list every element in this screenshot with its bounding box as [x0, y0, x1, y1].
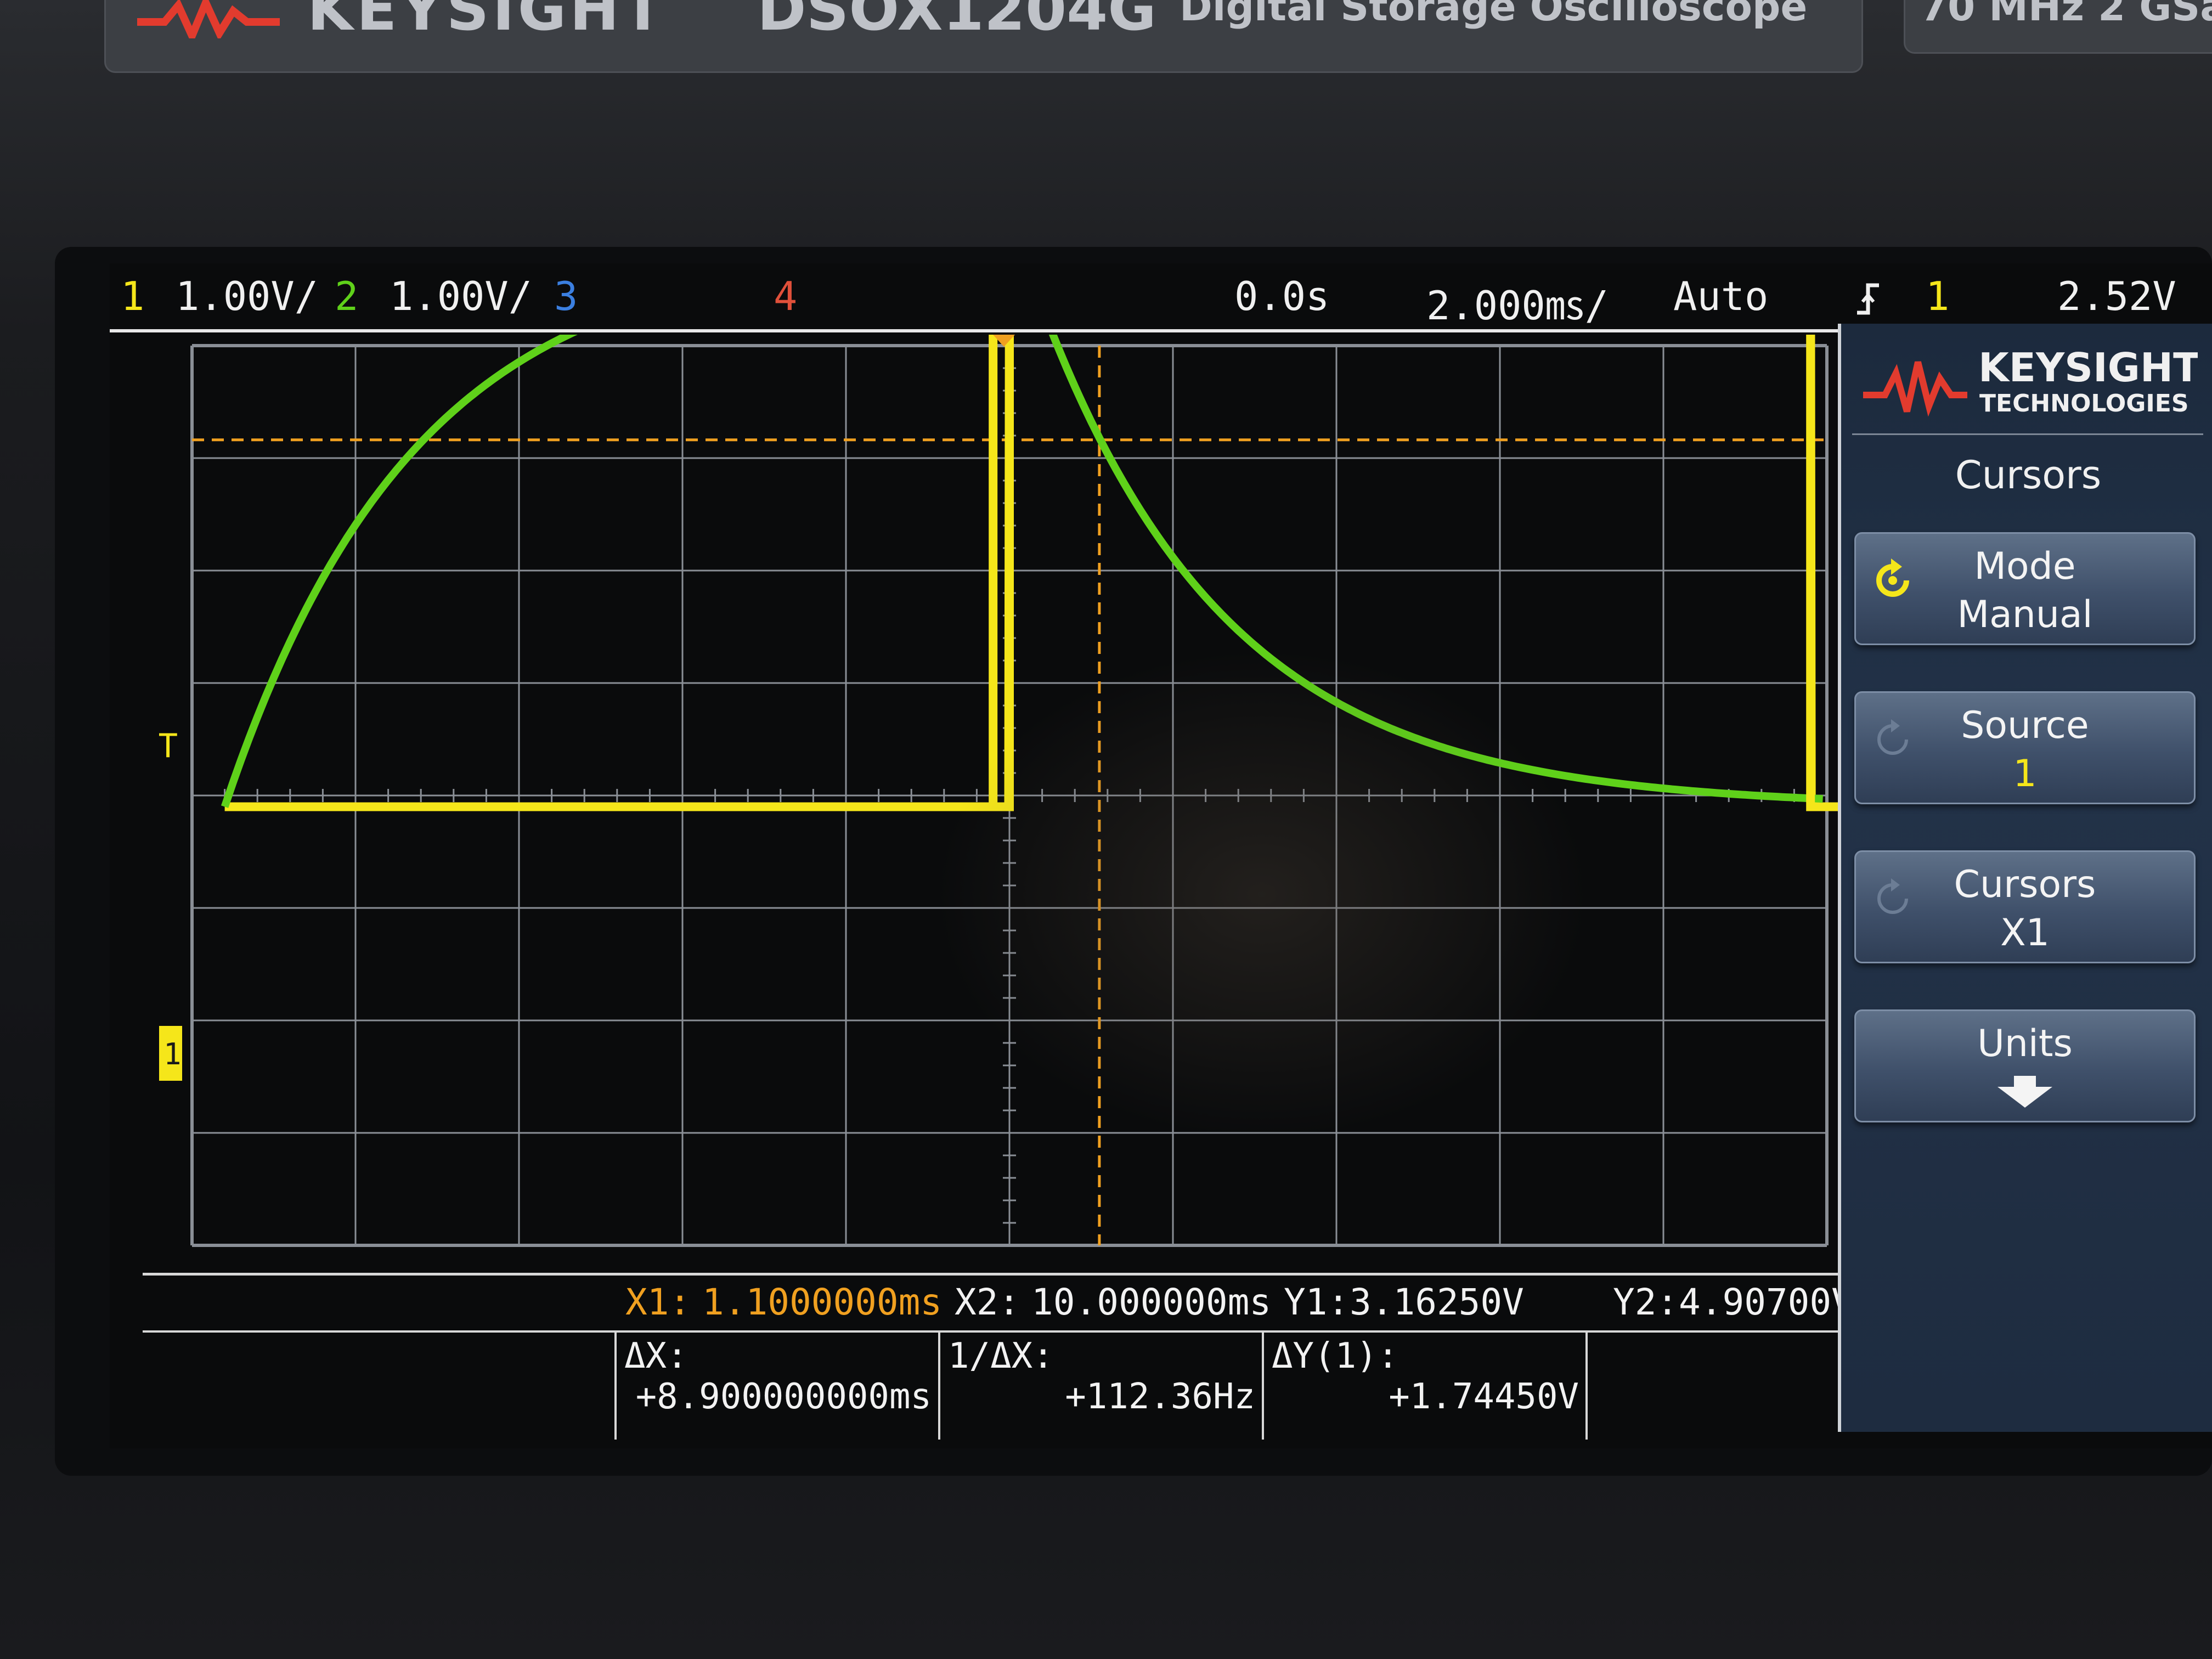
- side-panel-divider: [1852, 433, 2203, 435]
- softkey-mode[interactable]: Mode Manual: [1854, 532, 2196, 645]
- softkey-source-value: 1: [2013, 752, 2037, 795]
- softkey-cursors-label: Cursors: [1954, 863, 2096, 906]
- model-name: DSOX1204G: [757, 0, 1156, 44]
- delta-y-cell: ΔY(1): +1.74450V: [1262, 1333, 1588, 1440]
- ch4-number[interactable]: 4: [774, 273, 797, 319]
- softkey-mode-label: Mode: [1974, 545, 2076, 588]
- ch2-scale[interactable]: 1.00V/: [390, 273, 532, 319]
- keysight-logo: KEYSIGHT TECHNOLOGIES: [1863, 345, 2198, 417]
- x1-label: X1:: [625, 1281, 691, 1323]
- inverse-delta-x-label: 1/ΔX:: [948, 1336, 1054, 1376]
- y2-label: Y2:: [1613, 1281, 1679, 1323]
- time-scale[interactable]: 2.000㎳/: [1426, 273, 1609, 331]
- oscilloscope-screen: 1 1.00V/ 2 1.00V/ 3 4 0.0s 2.000㎳/ Auto …: [110, 263, 2212, 1448]
- softkey-source-label: Source: [1961, 704, 2089, 747]
- inverse-delta-x-cell: 1/ΔX: +112.36Hz: [938, 1333, 1264, 1440]
- softkey-menu-panel: KEYSIGHT TECHNOLOGIES Cursors Mode Manua…: [1838, 324, 2212, 1432]
- ch2-number[interactable]: 2: [335, 273, 358, 319]
- ch1-ground-marker-label: 1: [163, 1037, 182, 1071]
- trigger-source[interactable]: 1: [1926, 273, 1949, 319]
- softkey-units-label: Units: [1977, 1022, 2073, 1065]
- cursor-readout-deltas: ΔX: +8.900000000ms 1/ΔX: +112.36Hz ΔY(1)…: [143, 1330, 1920, 1442]
- delta-x-value: +8.900000000ms: [635, 1376, 932, 1417]
- x2-label: X2:: [955, 1281, 1020, 1323]
- delta-x-label: ΔX:: [624, 1336, 688, 1376]
- arrow-down-icon: [1997, 1076, 2052, 1108]
- y1-label: Y1:: [1284, 1281, 1350, 1323]
- status-divider: [110, 329, 1838, 332]
- menu-title: Cursors: [1955, 453, 2102, 498]
- ch1-scale[interactable]: 1.00V/: [176, 273, 318, 319]
- ch3-number[interactable]: 3: [554, 273, 578, 319]
- time-offset[interactable]: 0.0s: [1234, 273, 1329, 319]
- softkey-cursors[interactable]: Cursors X1: [1854, 850, 2196, 963]
- softkey-source[interactable]: Source 1: [1854, 691, 2196, 804]
- delta-y-value: +1.74450V: [1389, 1376, 1579, 1417]
- waveform-display[interactable]: T 1: [159, 335, 1838, 1256]
- y1-value: 3.16250V: [1350, 1281, 1524, 1323]
- keysight-wave-icon: [1863, 361, 1967, 417]
- trigger-mode[interactable]: Auto: [1673, 273, 1768, 319]
- brand-name: KEYSIGHT: [307, 0, 667, 44]
- softkey-cursors-value: X1: [2000, 911, 2050, 955]
- side-logo-line1: KEYSIGHT: [1978, 345, 2198, 391]
- rising-edge-icon: [1857, 283, 1879, 315]
- x2-value: 10.000000ms: [1031, 1281, 1272, 1323]
- delta-x-cell: ΔX: +8.900000000ms: [614, 1333, 940, 1440]
- trigger-level-marker[interactable]: T: [159, 727, 178, 765]
- device-spec: 70 MHz 2 GSa/s: [1920, 0, 2212, 30]
- x1-value: 1.1000000ms: [702, 1281, 943, 1323]
- readout-divider: [1585, 1333, 1593, 1440]
- delta-y-label: ΔY(1):: [1272, 1336, 1399, 1376]
- y2-value: 4.90700V: [1679, 1281, 1853, 1323]
- softkey-mode-value: Manual: [1957, 593, 2093, 636]
- screen-markers: T 1: [159, 335, 1015, 1081]
- trigger-level[interactable]: 2.52V: [2057, 273, 2176, 319]
- cursor-readout-values: X1: 1.1000000ms X2: 10.000000ms Y1: 3.16…: [143, 1273, 1920, 1330]
- device-description: Digital Storage Oscilloscope: [1180, 0, 1808, 30]
- ch1-number[interactable]: 1: [121, 273, 144, 319]
- softkey-units[interactable]: Units: [1854, 1009, 2196, 1122]
- keysight-wave-logo-icon: [137, 0, 280, 38]
- waveform-plot[interactable]: T 1: [159, 335, 1838, 1256]
- inverse-delta-x-value: +112.36Hz: [1065, 1376, 1255, 1417]
- side-logo-line2: TECHNOLOGIES: [1979, 390, 2189, 417]
- status-bar: 1 1.00V/ 2 1.00V/ 3 4 0.0s 2.000㎳/ Auto …: [110, 263, 2212, 329]
